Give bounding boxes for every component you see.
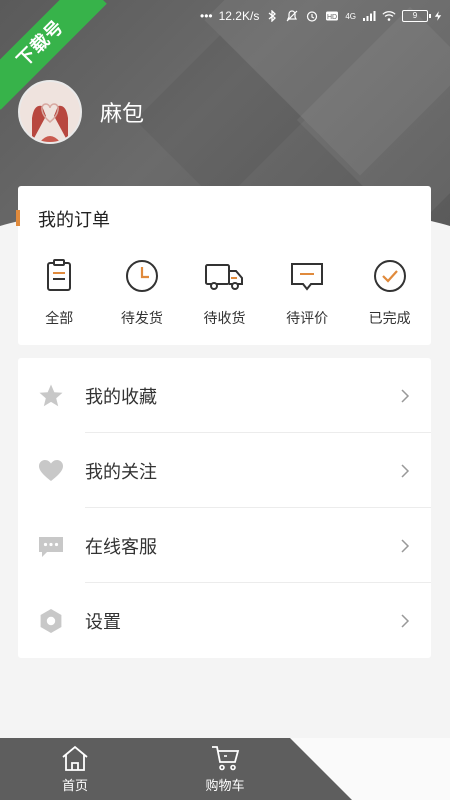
charging-icon	[434, 11, 442, 21]
nav-home[interactable]: 首页	[35, 744, 115, 794]
order-completed-label: 已完成	[368, 311, 411, 327]
menu-list: 我的收藏 我的关注 在线客服 设置	[18, 358, 431, 658]
truck-icon	[205, 264, 244, 290]
comment-icon	[291, 263, 324, 291]
order-card: 我的订单 全部 待发货 待收货 待评价 已完成	[16, 186, 431, 345]
alarm-icon	[307, 11, 318, 22]
status-dots: •••	[200, 9, 213, 23]
menu-item-favorites[interactable]: 我的收藏	[18, 358, 431, 433]
order-to-review-button[interactable]: 待评价	[266, 256, 349, 328]
svg-text:HD: HD	[327, 14, 337, 21]
hd-icon: HD	[326, 11, 339, 21]
order-status-row: 全部 待发货 待收货 待评价 已完成	[18, 256, 431, 328]
battery-indicator: 9	[402, 10, 431, 22]
home-icon	[62, 745, 88, 771]
bottom-nav: 首页 购物车	[0, 738, 450, 800]
mute-icon	[286, 10, 298, 22]
order-all-label: 全部	[45, 311, 74, 327]
signal-icon	[363, 11, 376, 21]
clock-icon	[125, 260, 158, 292]
settings-hexagon-icon	[40, 608, 62, 633]
menu-item-following[interactable]: 我的关注	[18, 433, 431, 508]
nav-cart[interactable]: 购物车	[185, 744, 265, 794]
order-to-receive-label: 待收货	[203, 311, 246, 327]
menu-label-customer-service: 在线客服	[85, 536, 157, 558]
network-speed: 12.2K/s	[218, 9, 260, 23]
cart-icon	[212, 746, 240, 771]
menu-label-favorites: 我的收藏	[85, 386, 157, 408]
menu-label-settings: 设置	[85, 611, 121, 633]
bluetooth-icon	[268, 10, 277, 22]
chevron-right-icon	[401, 388, 410, 403]
order-title[interactable]: 我的订单	[38, 206, 110, 232]
order-title-accent	[16, 210, 20, 226]
heart-icon	[39, 459, 63, 481]
avatar[interactable]	[18, 80, 82, 144]
order-completed-button[interactable]: 已完成	[348, 256, 431, 328]
check-circle-icon	[373, 260, 406, 292]
menu-item-settings[interactable]: 设置	[18, 583, 431, 658]
chevron-right-icon	[401, 538, 410, 553]
menu-item-customer-service[interactable]: 在线客服	[18, 508, 431, 583]
star-icon	[39, 384, 63, 406]
nav-home-label: 首页	[61, 779, 88, 794]
order-to-review-label: 待评价	[286, 311, 329, 327]
chevron-right-icon	[401, 613, 410, 628]
profile-section[interactable]: 麻包	[18, 80, 144, 144]
chat-icon	[39, 536, 63, 557]
order-to-ship-label: 待发货	[120, 311, 163, 327]
order-all-button[interactable]: 全部	[18, 256, 101, 328]
wifi-icon	[382, 11, 396, 21]
nav-cart-label: 购物车	[205, 779, 245, 794]
avatar-image	[20, 82, 80, 142]
menu-label-following: 我的关注	[85, 461, 157, 483]
network-type: 4G	[345, 11, 356, 21]
order-to-receive-button[interactable]: 待收货	[183, 256, 266, 328]
clipboard-icon	[47, 259, 72, 291]
username: 麻包	[100, 102, 145, 127]
chevron-right-icon	[401, 463, 410, 478]
order-to-ship-button[interactable]: 待发货	[101, 256, 184, 328]
